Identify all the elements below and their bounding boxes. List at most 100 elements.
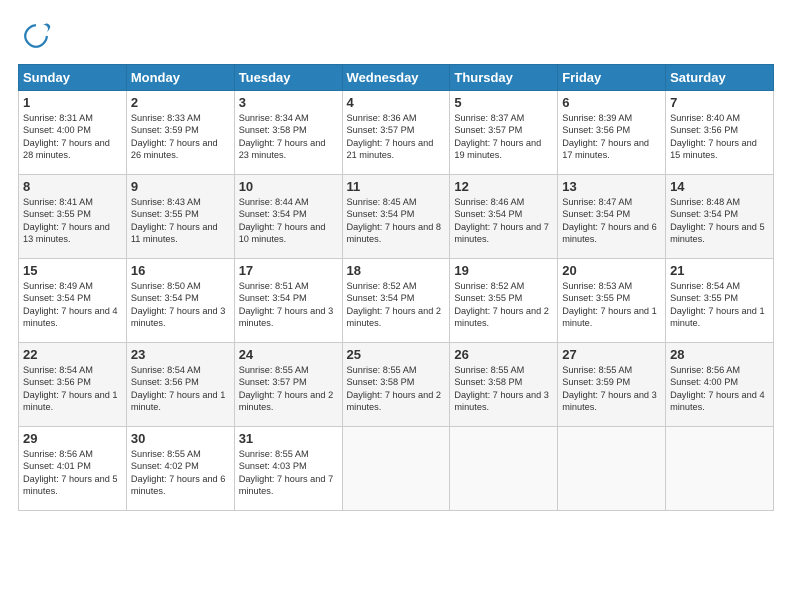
- calendar-cell: 7 Sunrise: 8:40 AMSunset: 3:56 PMDayligh…: [666, 91, 774, 175]
- calendar-cell: 3 Sunrise: 8:34 AMSunset: 3:58 PMDayligh…: [234, 91, 342, 175]
- calendar-cell: 11 Sunrise: 8:45 AMSunset: 3:54 PMDaylig…: [342, 175, 450, 259]
- calendar-cell: 31 Sunrise: 8:55 AMSunset: 4:03 PMDaylig…: [234, 427, 342, 511]
- day-info: Sunrise: 8:47 AMSunset: 3:54 PMDaylight:…: [562, 197, 657, 244]
- day-info: Sunrise: 8:55 AMSunset: 3:57 PMDaylight:…: [239, 365, 334, 412]
- day-number: 9: [131, 179, 230, 194]
- day-info: Sunrise: 8:55 AMSunset: 3:58 PMDaylight:…: [454, 365, 549, 412]
- calendar-cell: 12 Sunrise: 8:46 AMSunset: 3:54 PMDaylig…: [450, 175, 558, 259]
- day-number: 7: [670, 95, 769, 110]
- day-number: 25: [347, 347, 446, 362]
- logo: [18, 18, 58, 54]
- day-number: 31: [239, 431, 338, 446]
- calendar-cell: 9 Sunrise: 8:43 AMSunset: 3:55 PMDayligh…: [126, 175, 234, 259]
- calendar-cell: 10 Sunrise: 8:44 AMSunset: 3:54 PMDaylig…: [234, 175, 342, 259]
- day-info: Sunrise: 8:43 AMSunset: 3:55 PMDaylight:…: [131, 197, 218, 244]
- calendar-cell: 27 Sunrise: 8:55 AMSunset: 3:59 PMDaylig…: [558, 343, 666, 427]
- day-number: 18: [347, 263, 446, 278]
- day-info: Sunrise: 8:45 AMSunset: 3:54 PMDaylight:…: [347, 197, 442, 244]
- day-info: Sunrise: 8:37 AMSunset: 3:57 PMDaylight:…: [454, 113, 541, 160]
- day-info: Sunrise: 8:41 AMSunset: 3:55 PMDaylight:…: [23, 197, 110, 244]
- calendar-header-wednesday: Wednesday: [342, 65, 450, 91]
- day-info: Sunrise: 8:54 AMSunset: 3:56 PMDaylight:…: [131, 365, 226, 412]
- day-number: 8: [23, 179, 122, 194]
- day-number: 1: [23, 95, 122, 110]
- calendar-cell: 8 Sunrise: 8:41 AMSunset: 3:55 PMDayligh…: [19, 175, 127, 259]
- day-number: 14: [670, 179, 769, 194]
- day-number: 28: [670, 347, 769, 362]
- day-number: 30: [131, 431, 230, 446]
- day-number: 20: [562, 263, 661, 278]
- day-info: Sunrise: 8:54 AMSunset: 3:55 PMDaylight:…: [670, 281, 765, 328]
- calendar-cell: 17 Sunrise: 8:51 AMSunset: 3:54 PMDaylig…: [234, 259, 342, 343]
- day-info: Sunrise: 8:39 AMSunset: 3:56 PMDaylight:…: [562, 113, 649, 160]
- day-number: 29: [23, 431, 122, 446]
- calendar-cell: 19 Sunrise: 8:52 AMSunset: 3:55 PMDaylig…: [450, 259, 558, 343]
- day-number: 16: [131, 263, 230, 278]
- calendar-cell: 5 Sunrise: 8:37 AMSunset: 3:57 PMDayligh…: [450, 91, 558, 175]
- day-info: Sunrise: 8:52 AMSunset: 3:55 PMDaylight:…: [454, 281, 549, 328]
- day-info: Sunrise: 8:55 AMSunset: 3:58 PMDaylight:…: [347, 365, 442, 412]
- day-number: 27: [562, 347, 661, 362]
- day-info: Sunrise: 8:49 AMSunset: 3:54 PMDaylight:…: [23, 281, 118, 328]
- calendar-week-1: 1 Sunrise: 8:31 AMSunset: 4:00 PMDayligh…: [19, 91, 774, 175]
- day-number: 22: [23, 347, 122, 362]
- day-info: Sunrise: 8:31 AMSunset: 4:00 PMDaylight:…: [23, 113, 110, 160]
- day-info: Sunrise: 8:54 AMSunset: 3:56 PMDaylight:…: [23, 365, 118, 412]
- calendar-cell: 22 Sunrise: 8:54 AMSunset: 3:56 PMDaylig…: [19, 343, 127, 427]
- day-number: 3: [239, 95, 338, 110]
- day-info: Sunrise: 8:34 AMSunset: 3:58 PMDaylight:…: [239, 113, 326, 160]
- calendar-cell: 28 Sunrise: 8:56 AMSunset: 4:00 PMDaylig…: [666, 343, 774, 427]
- calendar-cell: 13 Sunrise: 8:47 AMSunset: 3:54 PMDaylig…: [558, 175, 666, 259]
- calendar-cell: 29 Sunrise: 8:56 AMSunset: 4:01 PMDaylig…: [19, 427, 127, 511]
- day-info: Sunrise: 8:40 AMSunset: 3:56 PMDaylight:…: [670, 113, 757, 160]
- calendar-header-monday: Monday: [126, 65, 234, 91]
- calendar-cell: [450, 427, 558, 511]
- page: SundayMondayTuesdayWednesdayThursdayFrid…: [0, 0, 792, 612]
- day-number: 5: [454, 95, 553, 110]
- calendar-week-3: 15 Sunrise: 8:49 AMSunset: 3:54 PMDaylig…: [19, 259, 774, 343]
- day-info: Sunrise: 8:44 AMSunset: 3:54 PMDaylight:…: [239, 197, 326, 244]
- calendar-cell: 15 Sunrise: 8:49 AMSunset: 3:54 PMDaylig…: [19, 259, 127, 343]
- day-number: 2: [131, 95, 230, 110]
- calendar-cell: 21 Sunrise: 8:54 AMSunset: 3:55 PMDaylig…: [666, 259, 774, 343]
- logo-icon: [18, 18, 54, 54]
- day-info: Sunrise: 8:46 AMSunset: 3:54 PMDaylight:…: [454, 197, 549, 244]
- calendar-header-sunday: Sunday: [19, 65, 127, 91]
- day-number: 17: [239, 263, 338, 278]
- day-number: 23: [131, 347, 230, 362]
- calendar-cell: [342, 427, 450, 511]
- calendar-cell: [666, 427, 774, 511]
- calendar-cell: 26 Sunrise: 8:55 AMSunset: 3:58 PMDaylig…: [450, 343, 558, 427]
- calendar-header-tuesday: Tuesday: [234, 65, 342, 91]
- calendar-cell: 20 Sunrise: 8:53 AMSunset: 3:55 PMDaylig…: [558, 259, 666, 343]
- calendar-header-saturday: Saturday: [666, 65, 774, 91]
- calendar-cell: 2 Sunrise: 8:33 AMSunset: 3:59 PMDayligh…: [126, 91, 234, 175]
- day-number: 6: [562, 95, 661, 110]
- calendar-week-5: 29 Sunrise: 8:56 AMSunset: 4:01 PMDaylig…: [19, 427, 774, 511]
- calendar-cell: 18 Sunrise: 8:52 AMSunset: 3:54 PMDaylig…: [342, 259, 450, 343]
- calendar: SundayMondayTuesdayWednesdayThursdayFrid…: [18, 64, 774, 511]
- day-info: Sunrise: 8:50 AMSunset: 3:54 PMDaylight:…: [131, 281, 226, 328]
- day-number: 21: [670, 263, 769, 278]
- day-number: 13: [562, 179, 661, 194]
- day-info: Sunrise: 8:56 AMSunset: 4:00 PMDaylight:…: [670, 365, 765, 412]
- day-number: 11: [347, 179, 446, 194]
- calendar-cell: 25 Sunrise: 8:55 AMSunset: 3:58 PMDaylig…: [342, 343, 450, 427]
- calendar-cell: 4 Sunrise: 8:36 AMSunset: 3:57 PMDayligh…: [342, 91, 450, 175]
- calendar-cell: 23 Sunrise: 8:54 AMSunset: 3:56 PMDaylig…: [126, 343, 234, 427]
- calendar-cell: 6 Sunrise: 8:39 AMSunset: 3:56 PMDayligh…: [558, 91, 666, 175]
- calendar-cell: 30 Sunrise: 8:55 AMSunset: 4:02 PMDaylig…: [126, 427, 234, 511]
- day-number: 10: [239, 179, 338, 194]
- day-info: Sunrise: 8:55 AMSunset: 3:59 PMDaylight:…: [562, 365, 657, 412]
- calendar-header-row: SundayMondayTuesdayWednesdayThursdayFrid…: [19, 65, 774, 91]
- header: [18, 18, 774, 54]
- day-number: 15: [23, 263, 122, 278]
- calendar-week-4: 22 Sunrise: 8:54 AMSunset: 3:56 PMDaylig…: [19, 343, 774, 427]
- day-number: 24: [239, 347, 338, 362]
- calendar-cell: 14 Sunrise: 8:48 AMSunset: 3:54 PMDaylig…: [666, 175, 774, 259]
- day-info: Sunrise: 8:55 AMSunset: 4:03 PMDaylight:…: [239, 449, 334, 496]
- day-info: Sunrise: 8:51 AMSunset: 3:54 PMDaylight:…: [239, 281, 334, 328]
- day-info: Sunrise: 8:52 AMSunset: 3:54 PMDaylight:…: [347, 281, 442, 328]
- calendar-cell: 16 Sunrise: 8:50 AMSunset: 3:54 PMDaylig…: [126, 259, 234, 343]
- day-number: 4: [347, 95, 446, 110]
